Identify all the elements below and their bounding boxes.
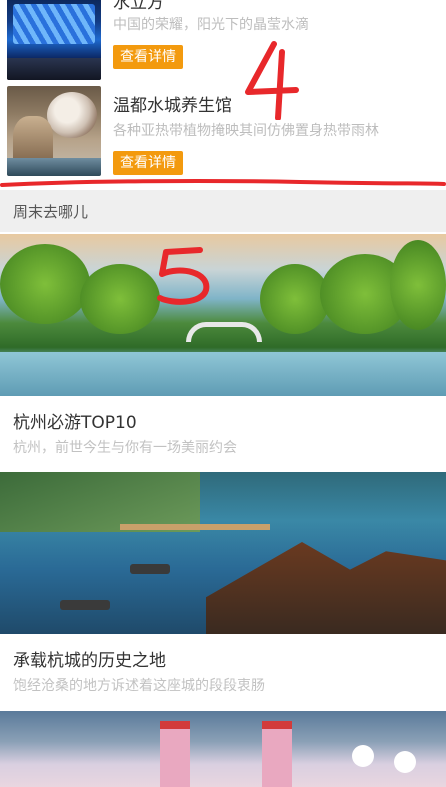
card-description: 饱经沧桑的地方诉述着这座城的段段衷肠 (13, 678, 265, 694)
section-header: 周末去哪儿 (0, 190, 446, 232)
annotation-underline (0, 179, 446, 187)
annotation-number-5 (157, 247, 210, 305)
card-image[interactable] (0, 711, 446, 787)
annotation-number-4 (245, 41, 299, 120)
card-image[interactable] (0, 234, 446, 396)
list-item[interactable]: 温都水城养生馆 各种亚热带植物掩映其间仿佛置身热带雨林 查看详情 (0, 0, 446, 176)
card-title[interactable]: 杭州必游TOP10 (13, 408, 137, 433)
card-title[interactable]: 承载杭城的历史之地 (13, 646, 166, 671)
view-details-button[interactable]: 查看详情 (113, 151, 183, 175)
attraction-thumbnail[interactable] (7, 86, 101, 176)
attraction-description: 各种亚热带植物掩映其间仿佛置身热带雨林 (113, 123, 379, 139)
attraction-title[interactable]: 温都水城养生馆 (113, 91, 232, 116)
card-image[interactable] (0, 472, 446, 634)
section-title: 周末去哪儿 (13, 203, 89, 221)
card-description: 杭州，前世今生与你有一场美丽约会 (13, 440, 237, 456)
